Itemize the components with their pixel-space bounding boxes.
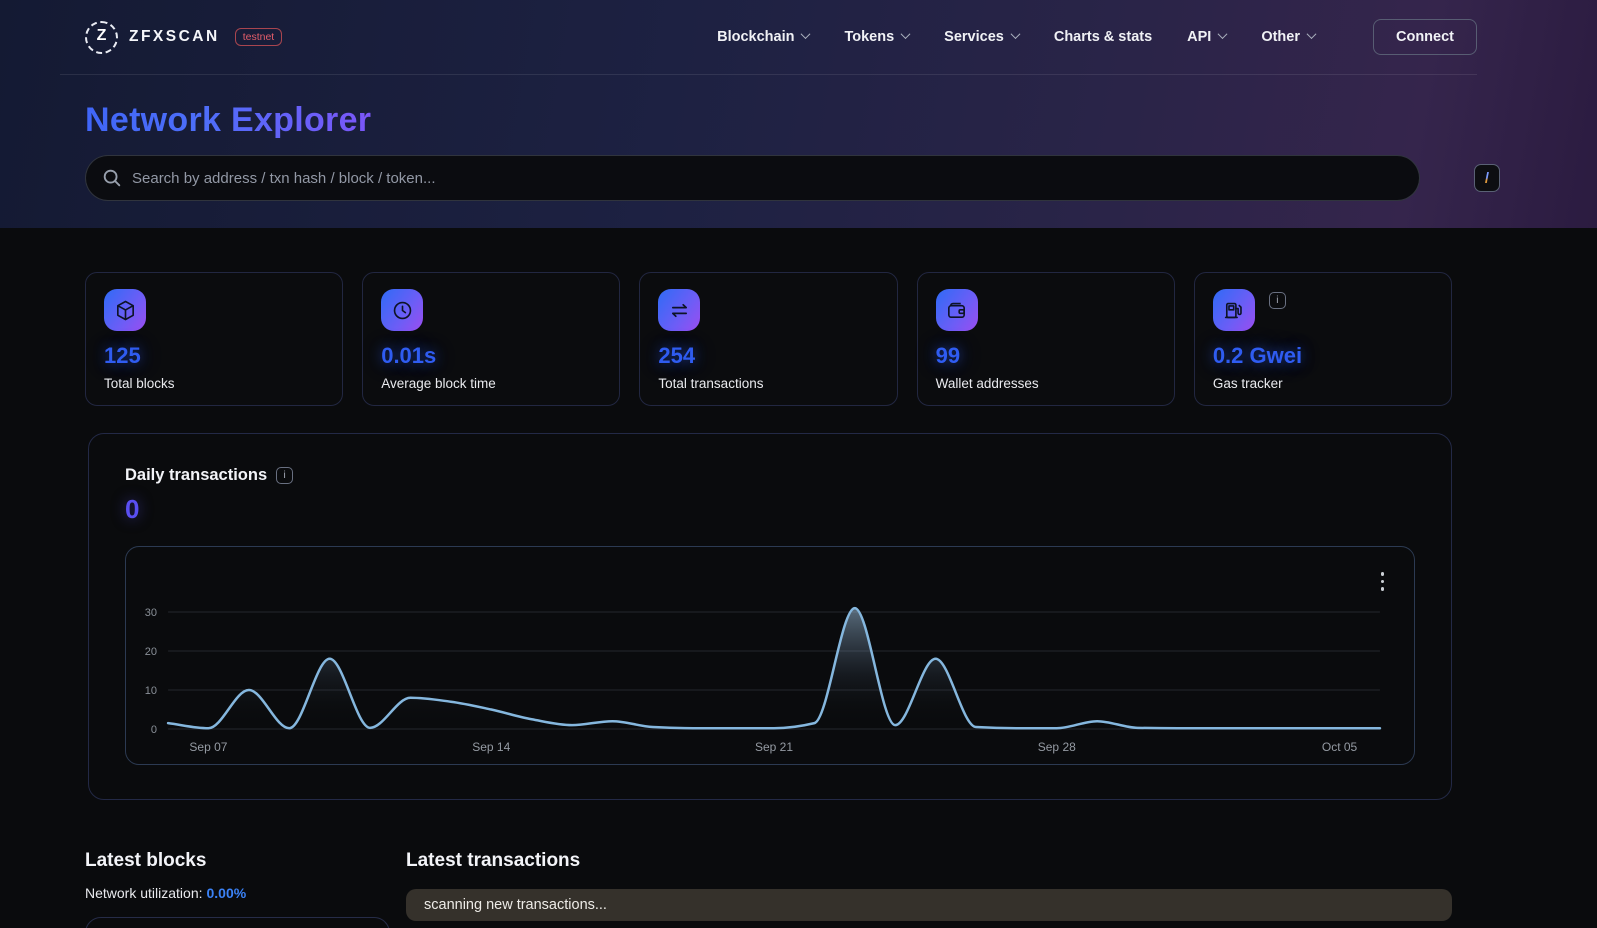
chevron-down-icon: [1010, 29, 1020, 39]
daily-transactions-value: 0: [125, 494, 1415, 525]
svg-text:10: 10: [145, 685, 157, 697]
latest-blocks-title: Latest blocks: [85, 850, 406, 872]
svg-text:0: 0: [151, 724, 157, 736]
nav-item-other[interactable]: Other: [1261, 29, 1315, 45]
stat-label: Total blocks: [104, 376, 324, 391]
network-utilization-value: 0.00%: [207, 885, 247, 901]
area-chart: 0 10 20 30 Sep 07 Sep 14 Sep 21 Sep 28 Oct 05: [126, 547, 1414, 764]
latest-block-card[interactable]: [85, 917, 390, 928]
brand-name: ZFXSCAN: [129, 28, 220, 46]
nav-item-charts-stats[interactable]: Charts & stats: [1054, 29, 1152, 45]
svg-text:Sep 21: Sep 21: [755, 740, 793, 754]
stat-label: Total transactions: [658, 376, 878, 391]
search-shortcut-key[interactable]: /: [1474, 164, 1500, 192]
chevron-down-icon: [1307, 29, 1317, 39]
page-title: Network Explorer: [85, 101, 371, 140]
daily-transactions-chart: 0 10 20 30 Sep 07 Sep 14 Sep 21 Sep 28 Oct 05: [125, 546, 1415, 765]
gas-pump-icon: [1213, 289, 1255, 331]
stat-label: Wallet addresses: [936, 376, 1156, 391]
info-icon[interactable]: i: [1269, 292, 1286, 309]
stat-value: 99: [936, 343, 1156, 369]
brand[interactable]: Z ZFXSCAN testnet: [85, 21, 282, 54]
search-input[interactable]: [85, 155, 1420, 201]
stat-card-wallet-addresses: 99 Wallet addresses: [917, 272, 1175, 406]
nav-item-services[interactable]: Services: [944, 29, 1019, 45]
nav-divider: [60, 74, 1477, 75]
chevron-down-icon: [1218, 29, 1228, 39]
network-utilization: Network utilization:0.00%: [85, 885, 406, 901]
stat-value: 0.01s: [381, 343, 601, 369]
stat-card-total-transactions: 254 Total transactions: [639, 272, 897, 406]
stat-value: 0.2 Gwei: [1213, 343, 1433, 369]
testnet-badge: testnet: [235, 28, 283, 46]
clock-icon: [381, 289, 423, 331]
page: Z ZFXSCAN testnet Blockchain Tokens Serv…: [0, 0, 1597, 928]
daily-transactions-card: Daily transactions i 0 0 10 20 30 Sep 07 Sep …: [88, 433, 1452, 800]
stat-card-gas-tracker: i 0.2 Gwei Gas tracker: [1194, 272, 1452, 406]
brand-logo-letter: Z: [97, 27, 107, 45]
svg-text:Oct 05: Oct 05: [1322, 740, 1358, 754]
chevron-down-icon: [901, 29, 911, 39]
svg-text:20: 20: [145, 646, 157, 658]
hero-section: Z ZFXSCAN testnet Blockchain Tokens Serv…: [0, 0, 1597, 228]
connect-button[interactable]: Connect: [1373, 19, 1477, 55]
stat-label: Gas tracker: [1213, 376, 1433, 391]
search-icon: [101, 167, 123, 189]
nav-item-api[interactable]: API: [1187, 29, 1226, 45]
daily-transactions-title: Daily transactions: [125, 466, 267, 485]
brand-logo-icon: Z: [85, 21, 118, 54]
latest-transactions-title: Latest transactions: [406, 850, 1452, 872]
stat-value: 254: [658, 343, 878, 369]
svg-text:Sep 07: Sep 07: [189, 740, 227, 754]
svg-text:30: 30: [145, 607, 157, 619]
stat-card-total-blocks: 125 Total blocks: [85, 272, 343, 406]
svg-text:Sep 14: Sep 14: [472, 740, 510, 754]
latest-transactions-column: Latest transactions scanning new transac…: [406, 850, 1452, 928]
info-icon[interactable]: i: [276, 467, 293, 484]
latest-blocks-column: Latest blocks Network utilization:0.00%: [85, 850, 406, 928]
stat-card-average-block-time: 0.01s Average block time: [362, 272, 620, 406]
nav-menu: Blockchain Tokens Services Charts & stat…: [717, 29, 1315, 45]
navbar: Z ZFXSCAN testnet Blockchain Tokens Serv…: [0, 0, 1597, 74]
transfer-icon: [658, 289, 700, 331]
svg-text:Sep 28: Sep 28: [1038, 740, 1076, 754]
search-bar: /: [85, 155, 1512, 201]
nav-item-blockchain[interactable]: Blockchain: [717, 29, 809, 45]
stat-value: 125: [104, 343, 324, 369]
chevron-down-icon: [801, 29, 811, 39]
scanning-status-bar: scanning new transactions...: [406, 889, 1452, 921]
wallet-icon: [936, 289, 978, 331]
stat-label: Average block time: [381, 376, 601, 391]
nav-item-tokens[interactable]: Tokens: [844, 29, 909, 45]
stats-row: 125 Total blocks 0.01s Average block tim…: [85, 272, 1452, 406]
cube-icon: [104, 289, 146, 331]
bottom-section: Latest blocks Network utilization:0.00% …: [85, 850, 1452, 928]
chart-menu-kebab-icon[interactable]: [1378, 569, 1388, 594]
